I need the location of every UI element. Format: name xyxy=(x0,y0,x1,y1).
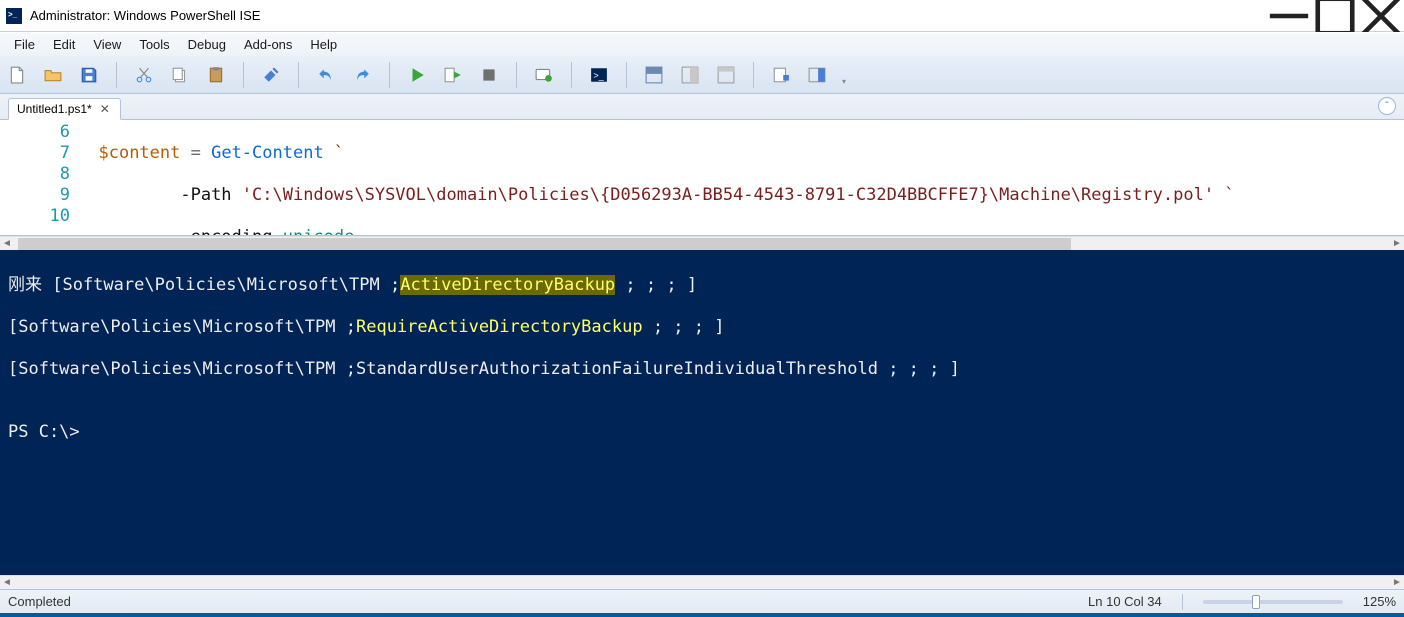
minimize-button[interactable] xyxy=(1266,0,1312,32)
toolbar: >_ ▾ xyxy=(0,56,1404,94)
console-text: [Software\Policies\Microsoft\TPM ; xyxy=(8,317,356,337)
close-button[interactable] xyxy=(1358,0,1404,32)
line-number: 10 xyxy=(0,206,70,227)
console-text: 刚来 [Software\Policies\Microsoft\TPM ; xyxy=(8,275,400,295)
powershell-icon xyxy=(6,8,22,24)
clear-icon[interactable] xyxy=(260,64,282,86)
window-title: Administrator: Windows PowerShell ISE xyxy=(30,8,1266,23)
console-pane[interactable]: 刚来 [Software\Policies\Microsoft\TPM ;Act… xyxy=(0,250,1404,575)
cursor-position: Ln 10 Col 34 xyxy=(1088,594,1162,609)
console-prompt[interactable]: PS C:\> xyxy=(8,422,1396,443)
maximize-button[interactable] xyxy=(1312,0,1358,32)
console-highlight: RequireActiveDirectoryBackup xyxy=(356,317,643,337)
new-icon[interactable] xyxy=(6,64,28,86)
console-text: ; ; ; ] xyxy=(643,317,725,337)
toolbar-overflow-icon[interactable]: ▾ xyxy=(842,64,850,86)
console-horizontal-scrollbar[interactable]: ◄► xyxy=(0,575,1404,589)
copy-icon[interactable] xyxy=(169,64,191,86)
editor-code[interactable]: $content = Get-Content ` -Path 'C:\Windo… xyxy=(78,120,1404,235)
editor-horizontal-scrollbar[interactable]: ◄► xyxy=(0,236,1404,250)
zoom-level: 125% xyxy=(1363,594,1396,609)
status-text: Completed xyxy=(8,594,71,609)
line-number: 6 xyxy=(0,122,70,143)
menu-addons[interactable]: Add-ons xyxy=(236,35,300,54)
status-bar: Completed Ln 10 Col 34 125% xyxy=(0,589,1404,613)
window-controls xyxy=(1266,0,1404,32)
menu-debug[interactable]: Debug xyxy=(180,35,234,54)
cut-icon[interactable] xyxy=(133,64,155,86)
line-number: 9 xyxy=(0,185,70,206)
line-number: 8 xyxy=(0,164,70,185)
line-number: 7 xyxy=(0,143,70,164)
console-text: [Software\Policies\Microsoft\TPM ;Standa… xyxy=(8,359,1396,380)
layout-script-top-icon[interactable] xyxy=(643,64,665,86)
collapse-editor-icon[interactable]: ˆ xyxy=(1378,97,1396,115)
run-icon[interactable] xyxy=(406,64,428,86)
menu-help[interactable]: Help xyxy=(302,35,345,54)
redo-icon[interactable] xyxy=(351,64,373,86)
show-command-addon-icon[interactable] xyxy=(806,64,828,86)
menu-tools[interactable]: Tools xyxy=(131,35,177,54)
menubar: File Edit View Tools Debug Add-ons Help xyxy=(0,32,1404,56)
menu-edit[interactable]: Edit xyxy=(45,35,83,54)
undo-icon[interactable] xyxy=(315,64,337,86)
script-editor[interactable]: 6 7 8 9 10 $content = Get-Content ` -Pat… xyxy=(0,120,1404,236)
console-highlight: ActiveDirectoryBackup xyxy=(400,275,615,295)
tab-untitled1[interactable]: Untitled1.ps1* ✕ xyxy=(8,98,121,120)
layout-script-max-icon[interactable] xyxy=(715,64,737,86)
open-icon[interactable] xyxy=(42,64,64,86)
menu-view[interactable]: View xyxy=(85,35,129,54)
paste-icon[interactable] xyxy=(205,64,227,86)
layout-script-right-icon[interactable] xyxy=(679,64,701,86)
remote-icon[interactable] xyxy=(533,64,555,86)
editor-gutter: 6 7 8 9 10 xyxy=(0,120,78,235)
tab-row: Untitled1.ps1* ✕ ˆ xyxy=(0,94,1404,120)
run-selection-icon[interactable] xyxy=(442,64,464,86)
stop-icon[interactable] xyxy=(478,64,500,86)
menu-file[interactable]: File xyxy=(6,35,43,54)
tab-label: Untitled1.ps1* xyxy=(17,102,92,116)
console-text: ; ; ; ] xyxy=(615,275,697,295)
tab-close-icon[interactable]: ✕ xyxy=(98,102,112,116)
zoom-slider[interactable] xyxy=(1203,600,1343,604)
powershell-console-icon[interactable]: >_ xyxy=(588,64,610,86)
save-icon[interactable] xyxy=(78,64,100,86)
svg-text:>_: >_ xyxy=(593,70,604,80)
titlebar: Administrator: Windows PowerShell ISE xyxy=(0,0,1404,32)
show-command-icon[interactable] xyxy=(770,64,792,86)
